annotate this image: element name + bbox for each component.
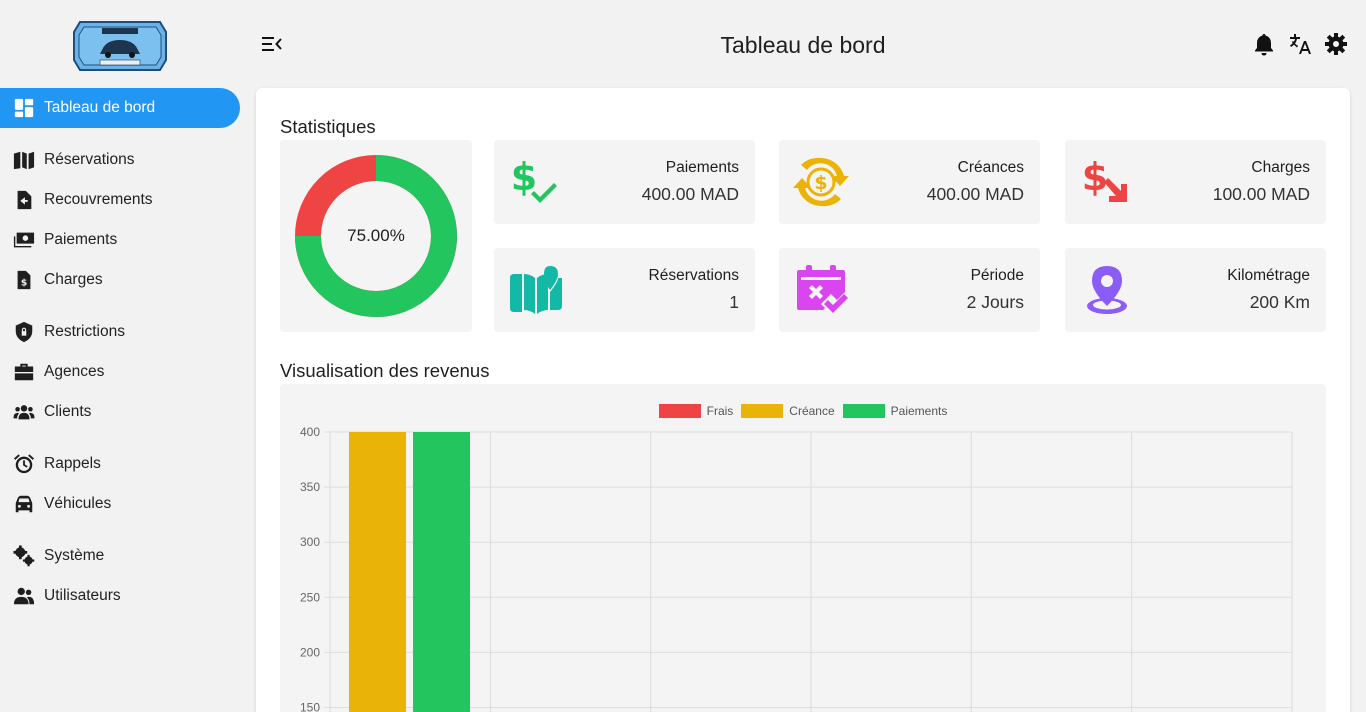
cars-rental-logo[interactable] — [72, 14, 168, 76]
shield-lock-icon — [12, 320, 36, 344]
stat-card-kilometrage: Kilométrage 200 Km — [1065, 248, 1326, 332]
stat-value: 1 — [729, 292, 739, 312]
file-dollar-icon: $ — [12, 268, 36, 292]
stat-value: 200 Km — [1249, 292, 1310, 312]
translate-icon[interactable] — [1288, 32, 1312, 56]
gears-icon — [12, 544, 36, 568]
map-pin-icon — [1087, 266, 1127, 314]
sidebar-item-label: Clients — [44, 403, 92, 420]
stat-card-charges: $ Charges 100.00 MAD — [1065, 140, 1326, 224]
stat-card-periode: Période 2 Jours — [779, 248, 1040, 332]
alarm-clock-icon — [12, 452, 36, 476]
bar-crance[interactable] — [349, 432, 406, 712]
stat-card-reservations: Réservations 1 — [494, 248, 755, 332]
sidebar-item-charges[interactable]: $ Charges — [0, 260, 248, 300]
sidebar-item-label: Charges — [44, 271, 103, 288]
stat-value: 400.00 MAD — [926, 184, 1024, 204]
sidebar-item-label: Réservations — [44, 151, 135, 168]
sidebar-item-label: Paiements — [44, 231, 118, 248]
sidebar-item-label: Utilisateurs — [44, 587, 121, 604]
dollar-check-icon: $ — [511, 155, 557, 203]
ratio-donut-card: 75.00% — [280, 140, 472, 332]
page-title: Tableau de bord — [720, 32, 886, 58]
header-actions — [1252, 32, 1348, 56]
sidebar-item-systeme[interactable]: Système — [0, 536, 248, 576]
dashboard-icon — [12, 96, 36, 120]
y-tick-label: 250 — [300, 590, 320, 604]
sidebar-item-reservations[interactable]: Réservations — [0, 140, 248, 180]
y-tick-label: 400 — [300, 425, 320, 439]
sidebar-item-tableau-de-bord[interactable]: Tableau de bord — [0, 88, 240, 128]
stat-value: 400.00 MAD — [641, 184, 739, 204]
svg-text:$: $ — [1082, 155, 1108, 199]
sidebar-item-restrictions[interactable]: Restrictions — [0, 312, 248, 352]
statistics-title: Statistiques — [280, 116, 376, 137]
stat-label: Période — [970, 267, 1024, 284]
book-map-icon — [12, 148, 36, 172]
svg-text:$: $ — [814, 172, 827, 194]
sidebar-item-label: Recouvrements — [44, 191, 153, 208]
revenue-chart-card: Frais Créance Paiements 400 350 300 250 200 1… — [280, 384, 1326, 712]
svg-text:$: $ — [21, 278, 27, 289]
sidebar-item-label: Tableau de bord — [44, 99, 156, 116]
y-tick-label: 150 — [300, 701, 320, 712]
dollar-cycle-icon: $ — [793, 157, 849, 207]
stat-label: Kilométrage — [1227, 267, 1310, 284]
car-icon — [12, 492, 36, 516]
stat-label: Créances — [957, 159, 1024, 176]
sidebar-item-label: Agences — [44, 363, 105, 380]
book-map-icon — [510, 266, 562, 314]
sidebar-item-label: Rappels — [44, 455, 101, 472]
stat-label: Paiements — [665, 159, 739, 176]
sidebar-item-paiements[interactable]: Paiements — [0, 220, 248, 260]
y-tick-label: 300 — [300, 535, 320, 549]
sidebar-item-utilisateurs[interactable]: Utilisateurs — [0, 576, 248, 616]
sidebar-item-agences[interactable]: Agences — [0, 352, 248, 392]
sidebar-item-label: Restrictions — [44, 323, 125, 340]
y-tick-label: 350 — [300, 480, 320, 494]
sidebar-item-vehicules[interactable]: Véhicules — [0, 484, 248, 524]
sidebar-nav: Tableau de bord Réservations Recouvremen… — [0, 88, 248, 616]
user-group-icon — [12, 584, 36, 608]
y-tick-label: 200 — [300, 645, 320, 659]
donut-percentage-label: 75.00% — [347, 226, 405, 245]
sidebar-item-rappels[interactable]: Rappels — [0, 444, 248, 484]
settings-gear-icon[interactable] — [1324, 32, 1348, 56]
dollar-down-icon: $ — [1082, 155, 1127, 202]
money-bill-icon — [12, 228, 36, 252]
stat-value: 100.00 MAD — [1212, 184, 1310, 204]
stat-card-creances: $ Créances 400.00 MAD — [779, 140, 1040, 224]
bar-paiements[interactable] — [413, 432, 470, 712]
stat-card-paiements: $ Paiements 400.00 MAD — [494, 140, 755, 224]
bell-icon[interactable] — [1252, 32, 1276, 56]
calendar-check-icon — [797, 265, 848, 313]
stat-label: Charges — [1251, 159, 1310, 176]
sidebar-item-label: Système — [44, 547, 105, 564]
sidebar-item-recouvrements[interactable]: Recouvrements — [0, 180, 248, 220]
users-icon — [12, 400, 36, 424]
revenue-bar-chart: 400 350 300 250 200 150 — [300, 425, 1293, 712]
main-content: Statistiques 75.00% $ Paiements 400.00 M… — [256, 88, 1350, 712]
sidebar-item-clients[interactable]: Clients — [0, 392, 248, 432]
top-header: Tableau de bord — [248, 0, 1366, 88]
briefcase-icon — [12, 360, 36, 384]
revenue-title: Visualisation des revenus — [280, 360, 490, 381]
file-arrow-icon — [12, 188, 36, 212]
stat-label: Réservations — [648, 267, 739, 284]
sidebar: Tableau de bord Réservations Recouvremen… — [0, 0, 248, 712]
sidebar-item-label: Véhicules — [44, 495, 112, 512]
stat-value: 2 Jours — [966, 292, 1024, 312]
